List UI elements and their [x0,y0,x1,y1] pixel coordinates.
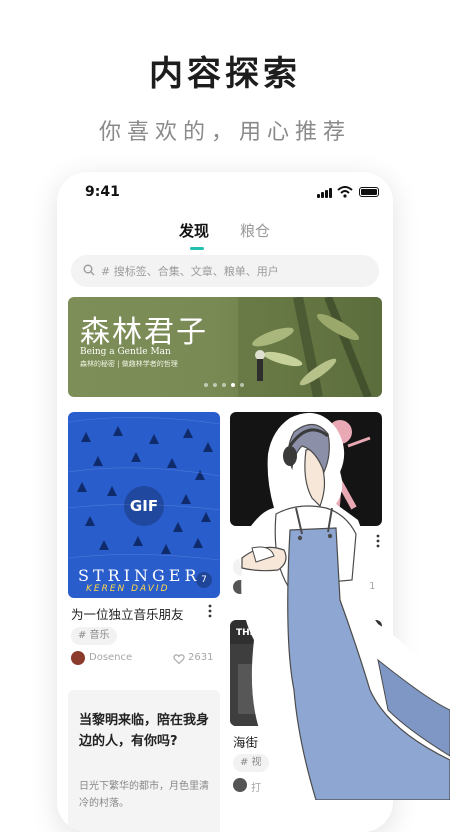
page-subheadline: 你喜欢的，用心推荐 [98,120,351,145]
card-tag[interactable]: # 音乐 [71,627,117,645]
banner-subtitle-cn: 森林的秘密 | 做趣林学者的哲理 [80,360,178,368]
search-placeholder: # 搜标签、合集、文章、粮单、用户 [101,265,279,278]
more-options-icon[interactable] [207,604,213,618]
article-snippet: 日光下繁华的都市，月色里清冷的村落。 [79,781,209,809]
heart-icon[interactable] [173,653,185,665]
carousel-dot[interactable] [204,383,208,387]
wifi-icon [337,186,353,198]
gif-badge: GIF [124,486,164,526]
banner-subtitle-en: Being a Gentle Man [80,347,171,357]
active-tab-indicator [190,247,204,250]
battery-icon [359,187,379,197]
cover-title: STRINGER [78,566,201,585]
gif-label: GIF [129,497,159,515]
page-count-badge: 7 [196,572,212,588]
banner-title: 森林君子 [80,315,208,350]
tab-discover[interactable]: 发现 [179,220,209,241]
search-icon [83,264,95,276]
tab-granary[interactable]: 粮仓 [240,220,270,241]
article-quote: 当黎明来临，陪在我身边的人，有你吗? [79,713,210,749]
like-count: 2631 [188,652,214,663]
username[interactable]: Dosence [89,652,132,663]
carousel-dot[interactable] [240,383,244,387]
user-avatar[interactable] [71,651,85,665]
page-headline: 内容探索 [149,54,301,94]
status-bar: 9:41 [57,182,393,204]
carousel-dot[interactable] [222,383,226,387]
signal-icon [317,188,333,198]
search-bar[interactable]: # 搜标签、合集、文章、粮单、用户 [71,255,379,287]
card-title[interactable]: 为一位独立音乐朋友 [71,604,184,623]
carousel-dot-active[interactable] [231,383,235,387]
featured-banner[interactable]: 森林君子 Being a Gentle Man 森林的秘密 | 做趣林学者的哲理 [68,297,382,397]
status-time: 9:41 [85,184,120,200]
feed-card-article[interactable]: 当黎明来临，陪在我身边的人，有你吗? 日光下繁华的都市，月色里清冷的村落。 [68,690,220,832]
carousel-dot[interactable] [213,383,217,387]
tab-bar: 发现 粮仓 [57,220,393,254]
girl-headphones-illustration [239,412,450,800]
cover-author: KEREN DAVID [86,584,170,594]
carousel-indicator [204,383,254,389]
feed-card-cover-music[interactable]: GIF STRINGER KEREN DAVID 7 [68,412,220,598]
